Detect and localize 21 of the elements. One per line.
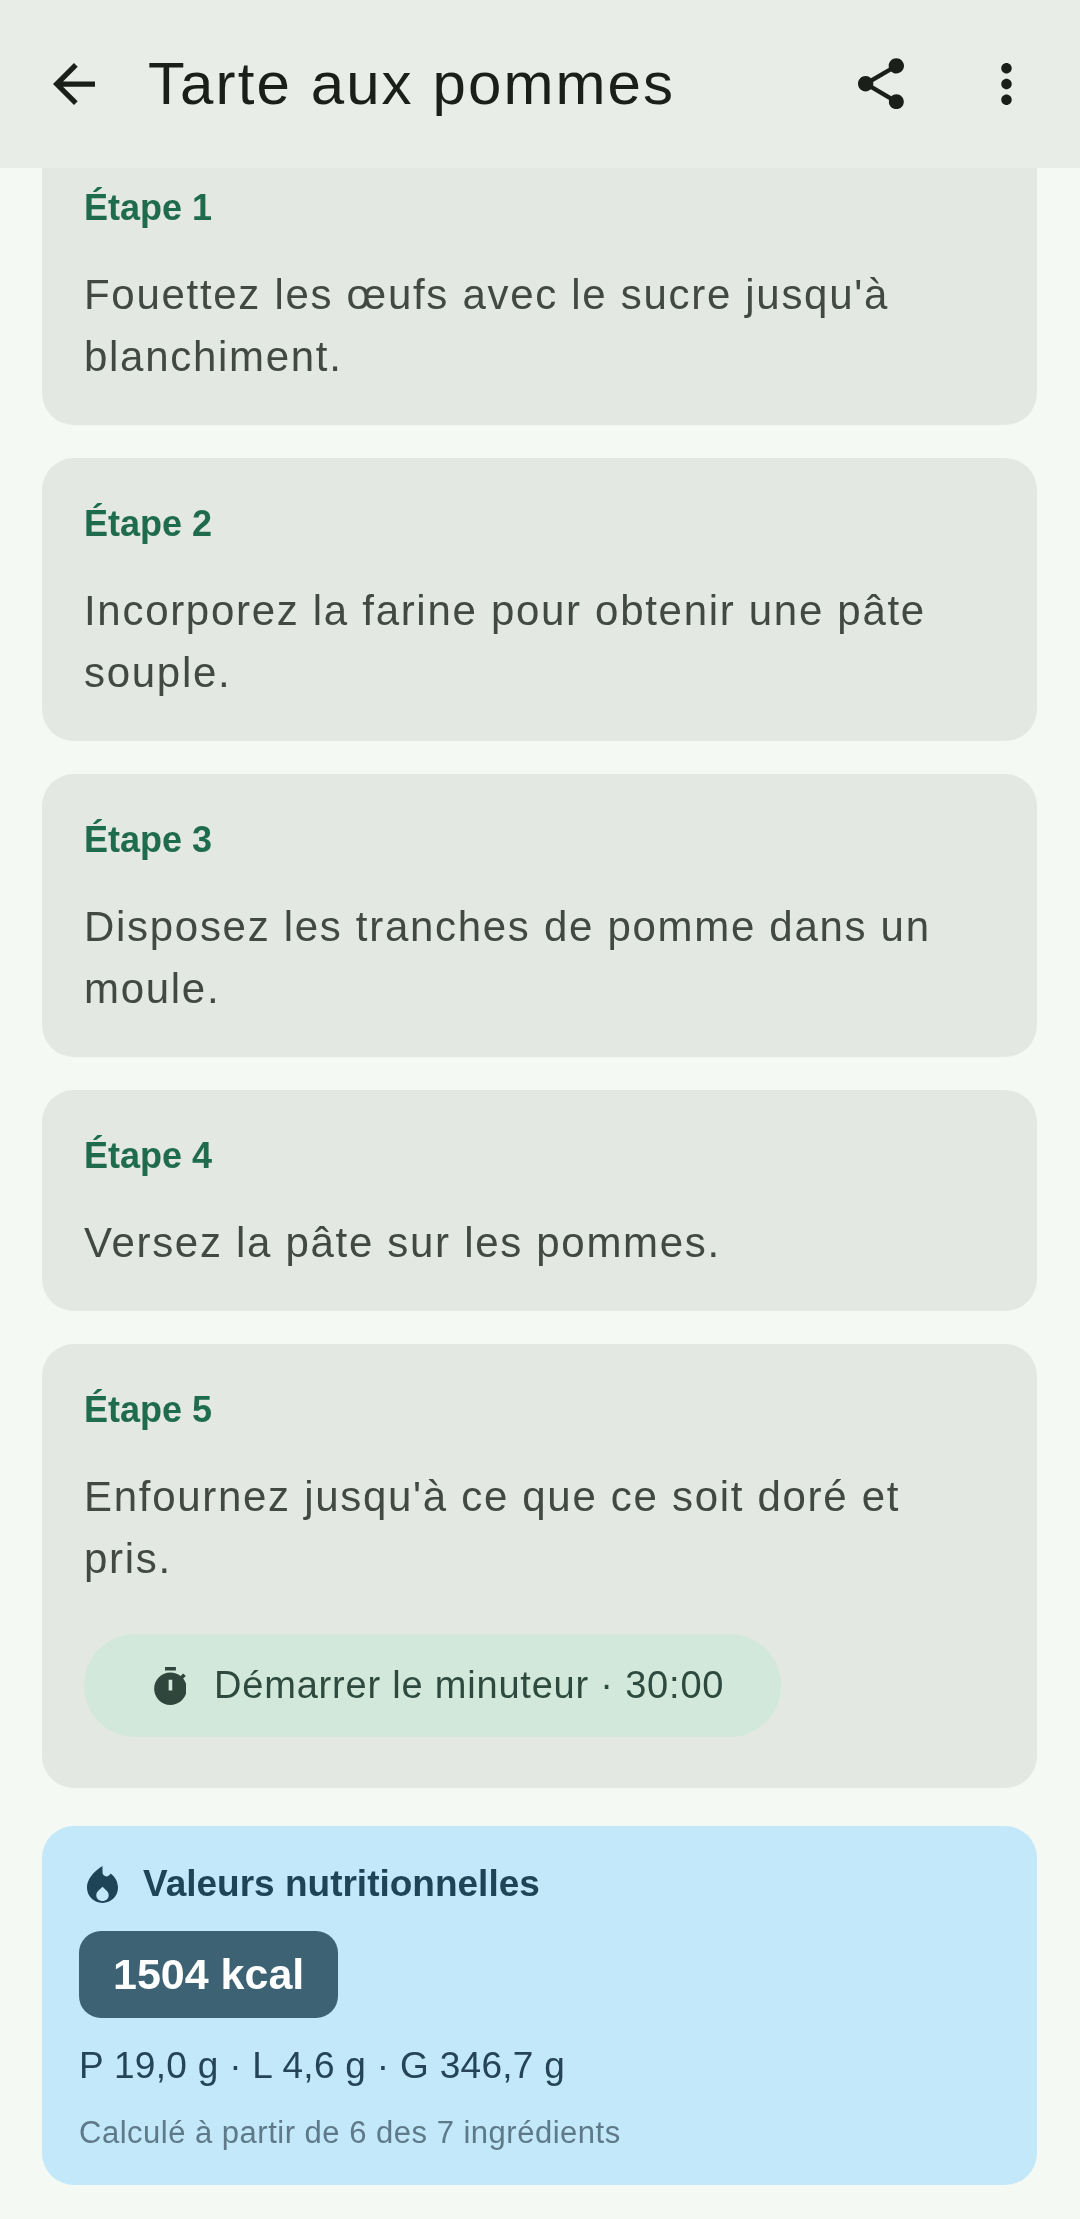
- step-text: Fouettez les œufs avec le sucre jusqu'à blanchiment.: [84, 270, 890, 382]
- calories-chip: 1504 kcal: [79, 1931, 339, 2018]
- timer-button[interactable]: Démarrer le minuteur · 30:00: [84, 1634, 782, 1737]
- step-title: Étape 3: [84, 818, 213, 862]
- stopwatch-icon: [154, 1666, 186, 1705]
- step-text: Versez la pâte sur les pommes.: [84, 1218, 722, 1268]
- macros-text: P 19,0 g · L 4,6 g · G 346,7 g: [79, 2044, 566, 2088]
- step-title: Étape 5: [84, 1388, 213, 1432]
- step-title: Étape 2: [84, 502, 213, 546]
- step-text: Incorporez la farine pour obtenir une pâte souple.: [84, 586, 927, 698]
- nutrition-note: Calculé à partir de 6 des 7 ingrédients: [79, 2114, 621, 2152]
- back-arrow-icon[interactable]: [53, 63, 95, 105]
- share-icon[interactable]: [858, 58, 904, 110]
- nutrition-title: Valeurs nutritionnelles: [143, 1862, 540, 1906]
- step-title: Étape 1: [84, 186, 213, 230]
- step-title: Étape 4: [84, 1134, 213, 1178]
- screen-title: Tarte aux pommes: [148, 49, 677, 119]
- step-text: Disposez les tranches de pomme dans un moule.: [84, 902, 932, 1014]
- step-text: Enfournez jusqu'à ce que ce soit doré et pris.: [84, 1472, 902, 1584]
- flame-icon: [87, 1865, 118, 1903]
- more-options-icon[interactable]: [1001, 63, 1012, 105]
